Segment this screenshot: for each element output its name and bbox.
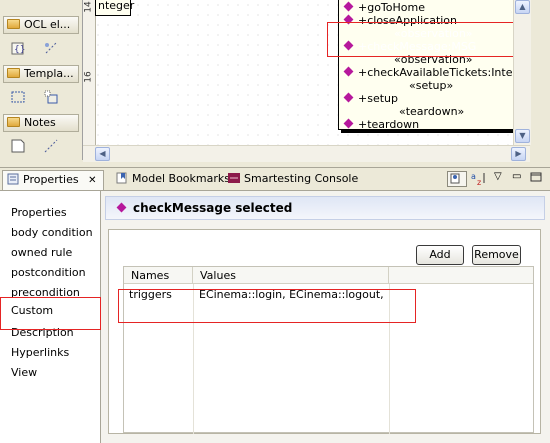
tab-properties[interactable]: Properties ✕ — [2, 170, 104, 190]
column-divider — [193, 284, 194, 434]
operation-icon — [116, 202, 127, 213]
note-tool-icon[interactable] — [10, 138, 28, 156]
stereotype-label: «teardown» — [399, 105, 465, 118]
folder-icon — [7, 19, 20, 29]
template-box-tool-icon[interactable] — [10, 89, 28, 107]
console-icon — [228, 172, 240, 184]
partial-class-box[interactable]: nteger — [95, 0, 134, 16]
tab-label: Properties — [23, 173, 79, 186]
close-icon[interactable]: ✕ — [88, 175, 96, 186]
selection-header: checkMessage selected — [105, 196, 545, 220]
ruler-mark: 16 — [83, 71, 94, 83]
uml-class-box[interactable]: +goToHome +closeApplication «observation… — [338, 0, 531, 131]
tab-model-bookmarks[interactable]: Model Bookmarks — [112, 170, 230, 190]
scroll-right-button[interactable]: ▶ — [511, 147, 526, 161]
sort-az-icon[interactable]: az — [470, 171, 488, 187]
sidebar-item-hyperlinks[interactable]: Hyperlinks — [11, 346, 69, 359]
stereotype-label: «observation» — [394, 53, 473, 66]
operation-closeapplication[interactable]: +closeApplication — [343, 14, 457, 27]
column-header-empty — [389, 267, 533, 284]
operation-gotohome[interactable]: +goToHome — [343, 1, 425, 14]
minimize-icon[interactable]: ▭ — [512, 171, 526, 187]
palette: OCL el... {} Templa... Notes — [0, 0, 83, 160]
scroll-down-button[interactable]: ▼ — [515, 129, 530, 143]
svg-text:{}: {} — [14, 45, 25, 55]
table-cell-value[interactable]: ECinema::login, ECinema::logout, E... — [199, 288, 387, 301]
bookmark-icon — [116, 172, 128, 184]
tab-smartesting-console[interactable]: Smartesting Console — [224, 170, 358, 190]
custom-properties-table[interactable]: Names Values triggers ECinema::login, EC… — [123, 266, 534, 434]
sidebar-item-postcondition[interactable]: postcondition — [11, 266, 86, 279]
add-button[interactable]: Add — [416, 245, 464, 265]
palette-section-label: Notes — [24, 116, 56, 129]
operation-icon — [343, 92, 354, 103]
sidebar-item-owned-rule[interactable]: owned rule — [11, 246, 72, 259]
folder-icon — [7, 68, 20, 78]
operation-teardown[interactable]: +teardown — [343, 118, 419, 131]
operation-icon — [343, 40, 354, 51]
view-tab-bar: Properties ✕ Model Bookmarks Smartesting… — [0, 167, 550, 191]
operation-icon — [343, 1, 354, 12]
stereotype-label: «setup» — [409, 79, 454, 92]
properties-icon — [7, 173, 19, 185]
column-header-values[interactable]: Values — [193, 267, 389, 284]
vertical-ruler: 14 16 — [83, 0, 96, 145]
selection-title: checkMessage selected — [133, 201, 293, 215]
maximize-icon[interactable] — [530, 171, 544, 187]
operation-icon — [343, 66, 354, 77]
custom-properties-panel: Add Remove Names Values triggers ECinema… — [108, 229, 541, 434]
template-binding-tool-icon[interactable] — [43, 89, 61, 107]
toggle-sort-icon[interactable] — [447, 171, 467, 187]
sidebar-item-custom[interactable]: Custom — [3, 302, 97, 320]
palette-section-label: OCL el... — [24, 18, 71, 31]
palette-section-ocl[interactable]: OCL el... — [3, 16, 79, 34]
tab-label: Model Bookmarks — [132, 172, 230, 185]
sidebar-item-properties[interactable]: Properties — [11, 206, 67, 219]
palette-section-notes[interactable]: Notes — [3, 114, 79, 132]
scroll-left-button[interactable]: ◀ — [95, 147, 110, 161]
ruler-mark: 14 — [83, 1, 94, 13]
view-menu-icon[interactable]: ▽ — [494, 171, 508, 187]
scroll-up-button[interactable]: ▲ — [515, 0, 530, 14]
sidebar-item-body-condition[interactable]: body condition — [11, 226, 93, 239]
operation-checkavailabletickets[interactable]: +checkAvailableTickets:Integer — [343, 66, 531, 79]
properties-category-list: Properties body condition owned rule pos… — [0, 191, 101, 443]
operation-icon — [343, 118, 354, 129]
sidebar-item-view[interactable]: View — [11, 366, 37, 379]
sidebar-item-precondition[interactable]: precondition — [11, 286, 80, 299]
sidebar-item-description[interactable]: Description — [11, 326, 74, 339]
folder-icon — [7, 117, 20, 127]
diagram-vertical-scrollbar[interactable]: ▲ ▼ — [513, 0, 531, 145]
remove-button[interactable]: Remove — [472, 245, 521, 265]
table-cell-name[interactable]: triggers — [129, 288, 191, 301]
ocl-link-tool-icon[interactable] — [43, 40, 61, 58]
svg-text:a: a — [471, 172, 476, 181]
operation-setup[interactable]: +setup — [343, 92, 398, 105]
palette-section-label: Templa... — [24, 67, 74, 80]
properties-content: checkMessage selected Add Remove Names V… — [101, 191, 550, 443]
column-divider — [389, 284, 390, 434]
column-header-names[interactable]: Names — [124, 267, 193, 284]
operation-checkmessage[interactable]: +checkMessage:MSG — [343, 40, 476, 53]
palette-section-templates[interactable]: Templa... — [3, 65, 79, 83]
ocl-constraint-tool-icon[interactable]: {} — [10, 40, 28, 58]
stereotype-label: «observation» — [394, 27, 473, 40]
operation-icon — [343, 14, 354, 25]
note-link-tool-icon[interactable] — [43, 138, 61, 156]
diagram-horizontal-scrollbar[interactable]: ◀ ▶ — [83, 145, 530, 162]
tab-label: Smartesting Console — [244, 172, 359, 185]
svg-text:z: z — [477, 178, 481, 187]
